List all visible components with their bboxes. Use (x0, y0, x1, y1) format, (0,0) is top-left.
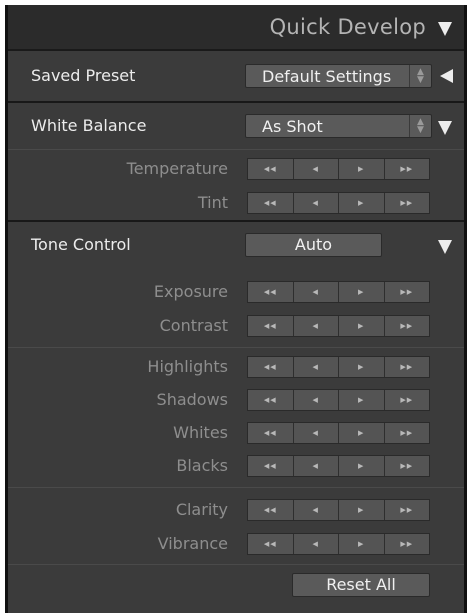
large-increase-button[interactable]: ▶▶ (384, 282, 429, 302)
large-decrease-button[interactable]: ◀◀ (248, 534, 294, 554)
divider (8, 101, 464, 103)
triangle-down-icon[interactable] (438, 121, 452, 135)
large-increase-button[interactable]: ▶▶ (384, 193, 429, 213)
large-decrease-button[interactable]: ◀◀ (248, 390, 294, 410)
large-increase-button[interactable]: ▶▶ (384, 357, 429, 377)
tint-label: Tint (197, 193, 228, 212)
panel-header[interactable]: Quick Develop (8, 5, 464, 51)
tone-control-label: Tone Control (31, 235, 131, 254)
shadows-label: Shadows (156, 390, 228, 409)
highlights-stepper: ◀◀ ◀ ▶ ▶▶ (247, 356, 430, 378)
small-decrease-button[interactable]: ◀ (293, 423, 339, 443)
small-increase-button[interactable]: ▶ (339, 423, 385, 443)
exposure-label: Exposure (153, 282, 228, 301)
temperature-label: Temperature (126, 159, 228, 178)
dropdown-arrows-icon: ▲ ▼ (409, 65, 431, 87)
shadows-stepper: ◀◀ ◀ ▶ ▶▶ (247, 389, 430, 411)
contrast-label: Contrast (159, 316, 228, 335)
exposure-stepper: ◀◀ ◀ ▶ ▶▶ (247, 281, 430, 303)
small-increase-button[interactable]: ▶ (339, 316, 385, 336)
small-decrease-button[interactable]: ◀ (293, 316, 339, 336)
divider (8, 564, 464, 565)
large-decrease-button[interactable]: ◀◀ (248, 316, 294, 336)
large-increase-button[interactable]: ▶▶ (384, 159, 429, 179)
small-decrease-button[interactable]: ◀ (293, 159, 339, 179)
large-increase-button[interactable]: ▶▶ (384, 456, 429, 476)
white-balance-value: As Shot (262, 117, 323, 136)
small-increase-button[interactable]: ▶ (339, 390, 385, 410)
large-increase-button[interactable]: ▶▶ (384, 423, 429, 443)
large-decrease-button[interactable]: ◀◀ (248, 456, 294, 476)
divider (8, 487, 464, 488)
small-decrease-button[interactable]: ◀ (293, 500, 339, 520)
small-decrease-button[interactable]: ◀ (293, 193, 339, 213)
large-decrease-button[interactable]: ◀◀ (248, 159, 294, 179)
small-decrease-button[interactable]: ◀ (293, 456, 339, 476)
large-decrease-button[interactable]: ◀◀ (248, 357, 294, 377)
divider (8, 220, 464, 222)
small-decrease-button[interactable]: ◀ (293, 282, 339, 302)
small-decrease-button[interactable]: ◀ (293, 390, 339, 410)
triangle-down-icon[interactable] (438, 240, 452, 254)
divider (8, 149, 464, 150)
tint-stepper: ◀◀ ◀ ▶ ▶▶ (247, 192, 430, 214)
large-decrease-button[interactable]: ◀◀ (248, 282, 294, 302)
large-decrease-button[interactable]: ◀◀ (248, 500, 294, 520)
white-balance-dropdown[interactable]: As Shot ▲ ▼ (245, 114, 432, 138)
clarity-label: Clarity (175, 500, 228, 519)
large-decrease-button[interactable]: ◀◀ (248, 423, 294, 443)
saved-preset-label: Saved Preset (31, 66, 136, 85)
white-balance-label: White Balance (31, 116, 147, 135)
large-decrease-button[interactable]: ◀◀ (248, 193, 294, 213)
large-increase-button[interactable]: ▶▶ (384, 390, 429, 410)
small-increase-button[interactable]: ▶ (339, 456, 385, 476)
temperature-stepper: ◀◀ ◀ ▶ ▶▶ (247, 158, 430, 180)
small-decrease-button[interactable]: ◀ (293, 357, 339, 377)
triangle-left-icon[interactable] (440, 69, 453, 83)
whites-stepper: ◀◀ ◀ ▶ ▶▶ (247, 422, 430, 444)
large-increase-button[interactable]: ▶▶ (384, 500, 429, 520)
large-increase-button[interactable]: ▶▶ (384, 316, 429, 336)
blacks-label: Blacks (176, 456, 228, 475)
small-increase-button[interactable]: ▶ (339, 500, 385, 520)
small-increase-button[interactable]: ▶ (339, 357, 385, 377)
divider (8, 347, 464, 348)
small-decrease-button[interactable]: ◀ (293, 534, 339, 554)
triangle-down-icon[interactable] (438, 22, 452, 36)
vibrance-label: Vibrance (157, 534, 228, 553)
small-increase-button[interactable]: ▶ (339, 282, 385, 302)
dropdown-arrows-icon: ▲ ▼ (409, 115, 431, 137)
quick-develop-panel: Quick Develop Saved Preset Default Setti… (5, 5, 467, 613)
vibrance-stepper: ◀◀ ◀ ▶ ▶▶ (247, 533, 430, 555)
panel-title: Quick Develop (269, 15, 426, 39)
highlights-label: Highlights (147, 357, 228, 376)
small-increase-button[interactable]: ▶ (339, 193, 385, 213)
large-increase-button[interactable]: ▶▶ (384, 534, 429, 554)
blacks-stepper: ◀◀ ◀ ▶ ▶▶ (247, 455, 430, 477)
small-increase-button[interactable]: ▶ (339, 534, 385, 554)
saved-preset-value: Default Settings (262, 67, 392, 86)
clarity-stepper: ◀◀ ◀ ▶ ▶▶ (247, 499, 430, 521)
contrast-stepper: ◀◀ ◀ ▶ ▶▶ (247, 315, 430, 337)
reset-all-button[interactable]: Reset All (292, 573, 430, 597)
saved-preset-dropdown[interactable]: Default Settings ▲ ▼ (245, 64, 432, 88)
auto-tone-button[interactable]: Auto (245, 233, 382, 257)
small-increase-button[interactable]: ▶ (339, 159, 385, 179)
whites-label: Whites (173, 423, 228, 442)
